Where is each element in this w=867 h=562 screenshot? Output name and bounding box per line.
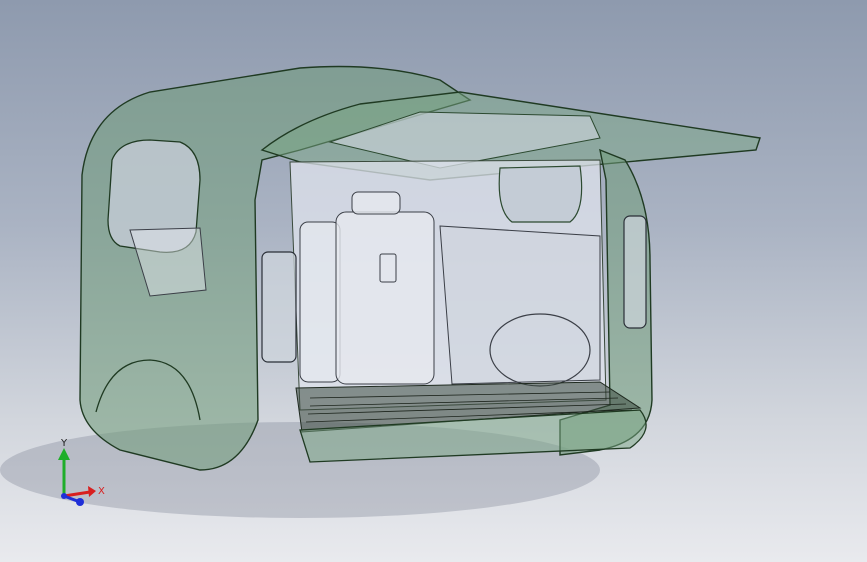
3d-model-van-body[interactable] xyxy=(0,0,867,562)
x-axis-icon xyxy=(63,490,91,498)
rear-window-right xyxy=(498,165,583,223)
y-axis-label: Y xyxy=(60,438,68,449)
x-axis-label: X xyxy=(98,486,105,497)
coordinate-triad: Y X xyxy=(58,438,105,506)
seat-back-left[interactable] xyxy=(299,221,341,383)
headrest-center[interactable] xyxy=(351,191,401,215)
seat-back-center[interactable] xyxy=(335,211,435,385)
interior-side-panel-right xyxy=(439,225,601,385)
taillight-right xyxy=(623,215,647,329)
graphics-viewport[interactable]: Y X xyxy=(0,0,867,562)
taillight-left xyxy=(261,251,297,363)
